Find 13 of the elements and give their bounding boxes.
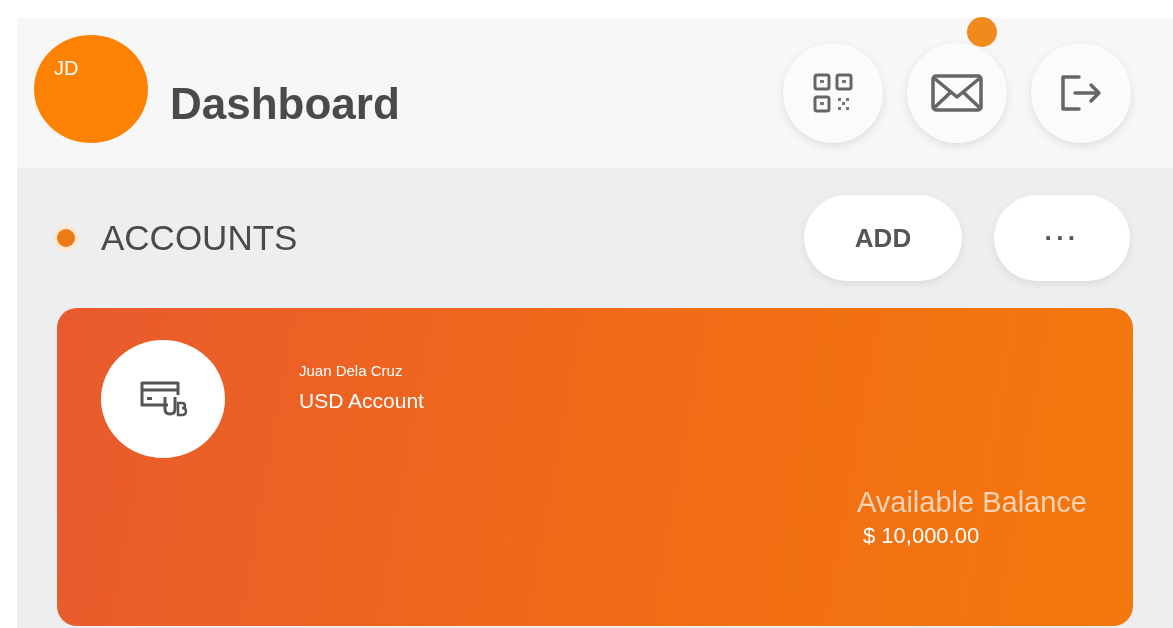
account-holder: Juan Dela Cruz xyxy=(299,362,404,379)
card-icon xyxy=(138,379,188,419)
balance-amount: $ 10,000.00 xyxy=(862,523,981,549)
page-title: Dashboard xyxy=(170,79,400,129)
envelope-icon xyxy=(930,73,984,113)
balance-label: Available Balance xyxy=(856,486,1087,519)
qr-code-icon xyxy=(811,71,855,115)
more-button[interactable]: ··· xyxy=(994,195,1130,281)
section-dot-icon xyxy=(57,229,75,247)
section-title: ACCOUNTS xyxy=(101,218,298,258)
logout-icon xyxy=(1059,73,1103,113)
account-name: USD Account xyxy=(299,389,424,413)
add-button[interactable]: ADD xyxy=(804,195,962,281)
